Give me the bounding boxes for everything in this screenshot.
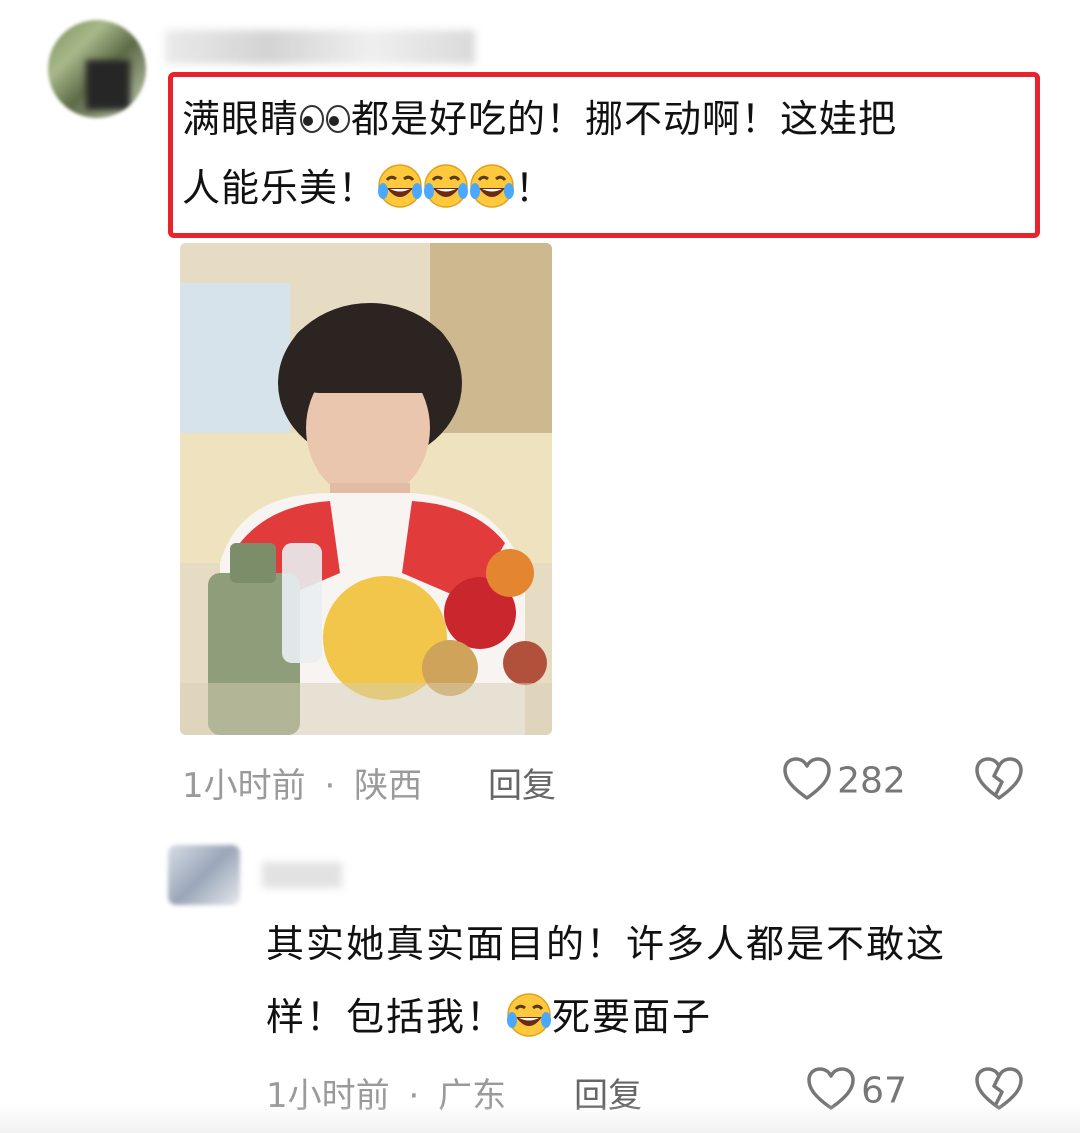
face-with-tears-of-joy-icon [469, 163, 515, 209]
comment-image[interactable] [180, 243, 552, 735]
comment-text: 都是好吃的！挪不动啊！这娃把 [351, 97, 898, 141]
separator: · [324, 766, 336, 806]
comment-text: 样！包括我！ [266, 995, 507, 1039]
like-count: 282 [837, 760, 906, 802]
comment-meta: 1小时前 · 陕西 [182, 758, 422, 807]
like-button[interactable]: 282 [782, 756, 906, 806]
broken-heart-icon [974, 757, 1024, 806]
location: 陕西 [354, 766, 423, 806]
comment-text-line-2: 样！包括我！ 死要面子 [266, 992, 712, 1041]
face-with-tears-of-joy-icon [423, 163, 469, 209]
face-with-tears-of-joy-icon [377, 163, 423, 209]
username-blurred[interactable] [165, 30, 475, 64]
comment-text: ！ [515, 166, 555, 210]
username-blurred[interactable] [262, 862, 342, 888]
comment-text-line-1: 满眼睛 都是好吃的！挪不动啊！这娃把 [182, 95, 897, 143]
comment-text: 死要面子 [552, 995, 713, 1039]
timestamp: 1小时前 [182, 766, 306, 806]
avatar[interactable] [48, 20, 146, 118]
dislike-button[interactable] [974, 756, 1024, 806]
reply-button[interactable]: 回复 [488, 758, 556, 807]
eyes-emoji-icon [299, 97, 351, 133]
heart-icon [782, 756, 832, 806]
avatar[interactable] [168, 845, 240, 905]
comment-text-line-2: 人能乐美！ ！ [182, 163, 554, 212]
comment-text-line-1: 其实她真实面目的！许多人都是不敢这 [266, 922, 947, 966]
comment-text: 满眼睛 [182, 97, 300, 141]
bottom-fade [0, 1104, 1080, 1133]
comment-text: 人能乐美！ [182, 166, 378, 210]
face-with-tears-of-joy-icon [506, 992, 552, 1038]
